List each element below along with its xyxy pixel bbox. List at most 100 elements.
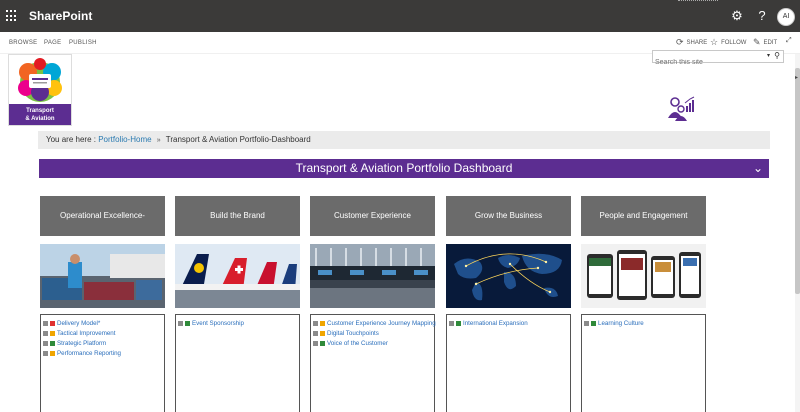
baggage-handling-photo — [40, 244, 165, 308]
category-image-operational-excellence[interactable] — [40, 244, 165, 308]
status-green-icon — [185, 320, 190, 326]
aircraft-tails-photo — [175, 244, 300, 308]
bullet-icon — [43, 340, 48, 346]
list-item[interactable]: Customer Experience Journey Mapping — [313, 318, 436, 328]
avatar[interactable]: AI — [777, 8, 795, 26]
status-amber-icon — [320, 330, 325, 336]
status-red-icon — [50, 320, 55, 326]
category-image-build-the-brand[interactable] — [175, 244, 300, 308]
status-amber-icon — [320, 320, 325, 326]
status-green-icon — [591, 320, 596, 326]
help-icon[interactable]: ? — [754, 8, 770, 24]
search-icon[interactable]: ⚲ — [774, 51, 780, 60]
scrollbar-thumb[interactable] — [795, 68, 800, 294]
bullet-icon — [313, 330, 318, 336]
category-tile-grow-the-business[interactable]: Grow the Business — [446, 196, 571, 236]
suitebar-divider — [678, 0, 718, 2]
list-item-link[interactable]: International Expansion — [463, 320, 528, 327]
category-list-customer-experience: Customer Experience Journey Mapping Digit… — [310, 314, 436, 412]
category-image-people-and-engagement[interactable] — [581, 244, 706, 308]
list-item-link[interactable]: Performance Reporting — [57, 350, 121, 357]
scrollbar[interactable]: ▸ — [795, 54, 800, 412]
list-item-link[interactable]: Customer Experience Journey Mapping — [327, 320, 436, 327]
category-list-grow-the-business: International Expansion — [446, 314, 571, 412]
pencil-icon: ✎ — [753, 37, 761, 47]
logo-line1: Transport — [26, 108, 54, 114]
breadcrumb-current: Transport & Aviation Portfolio-Dashboard — [165, 135, 311, 144]
focus-icon: ⤢ — [786, 37, 792, 44]
world-map-photo — [446, 244, 571, 308]
chevron-down-icon[interactable]: ▾ — [767, 52, 770, 59]
status-amber-icon — [50, 350, 55, 356]
chevron-down-icon[interactable]: ⌄ — [753, 159, 763, 178]
list-item-link[interactable]: Learning Culture — [598, 320, 644, 327]
tab-browse[interactable]: BROWSE — [9, 40, 37, 46]
list-item-link[interactable]: Delivery Model* — [57, 320, 100, 327]
breadcrumb-home-link[interactable]: Portfolio-Home — [98, 135, 151, 144]
list-item[interactable]: Event Sponsorship — [178, 318, 299, 328]
bullet-icon — [313, 320, 318, 326]
suite-bar: SharePoint ⚙ ? AI — [0, 0, 800, 32]
bullet-icon — [449, 320, 454, 326]
bullet-icon — [313, 340, 318, 346]
category-tile-people-and-engagement[interactable]: People and Engagement — [581, 196, 706, 236]
category-list-people-and-engagement: Learning Culture — [581, 314, 706, 412]
edit-label: EDIT — [763, 39, 778, 46]
category-tile-customer-experience[interactable]: Customer Experience — [310, 196, 435, 236]
list-item-link[interactable]: Digital Touchpoints — [327, 330, 379, 337]
category-image-grow-the-business[interactable] — [446, 244, 571, 308]
breadcrumb-separator: » — [156, 137, 161, 144]
bullet-icon — [43, 330, 48, 336]
follow-button[interactable]: ☆ FOLLOW — [710, 37, 746, 48]
waffle-icon[interactable] — [6, 10, 18, 22]
focus-button[interactable]: ⤢ — [786, 37, 792, 45]
status-green-icon — [50, 340, 55, 346]
logo-line2: & Aviation — [25, 116, 55, 122]
page-title-banner: Transport & Aviation Portfolio Dashboard… — [39, 159, 769, 178]
page-title: Transport & Aviation Portfolio Dashboard — [295, 161, 513, 175]
list-item-link[interactable]: Strategic Platform — [57, 340, 106, 347]
list-item[interactable]: Learning Culture — [584, 318, 705, 328]
bullet-icon — [43, 350, 48, 356]
list-item-link[interactable]: Tactical Improvement — [57, 330, 115, 337]
share-label: SHARE — [686, 39, 708, 46]
status-amber-icon — [50, 330, 55, 336]
logo-caption: Transport & Aviation — [9, 104, 71, 125]
breadcrumb: You are here : Portfolio-Home » Transpor… — [38, 131, 770, 149]
category-list-build-the-brand: Event Sponsorship — [175, 314, 300, 412]
list-item[interactable]: Strategic Platform — [43, 338, 164, 348]
list-item[interactable]: Voice of the Customer — [313, 338, 434, 348]
site-logo[interactable]: Transport & Aviation — [8, 54, 72, 126]
scroll-arrow-icon[interactable]: ▸ — [795, 74, 798, 81]
bullet-icon — [584, 320, 589, 326]
category-list-operational-excellence: Delivery Model* Tactical Improvement Strat… — [40, 314, 165, 412]
share-button[interactable]: ⟳ SHARE — [676, 37, 707, 48]
edit-button[interactable]: ✎ EDIT — [753, 37, 777, 48]
list-item[interactable]: Performance Reporting — [43, 348, 164, 358]
learning-devices-photo — [581, 244, 706, 308]
tab-page[interactable]: PAGE — [44, 40, 61, 46]
list-item[interactable]: Delivery Model* — [43, 318, 164, 328]
app-name[interactable]: SharePoint — [29, 9, 92, 23]
gear-icon[interactable]: ⚙ — [729, 8, 745, 24]
bullet-icon — [43, 320, 48, 326]
tab-publish[interactable]: PUBLISH — [69, 40, 97, 46]
status-green-icon — [320, 340, 325, 346]
bullet-icon — [178, 320, 183, 326]
search-box: ▾ ⚲ — [652, 50, 784, 68]
airport-terminal-photo — [310, 244, 435, 308]
category-tile-operational-excellence[interactable]: Operational Excellence- — [40, 196, 165, 236]
category-image-customer-experience[interactable] — [310, 244, 435, 308]
status-green-icon — [456, 320, 461, 326]
team-chart-icon — [668, 96, 695, 121]
list-item[interactable]: Digital Touchpoints — [313, 328, 434, 338]
category-tile-build-the-brand[interactable]: Build the Brand — [175, 196, 300, 236]
share-icon: ⟳ — [676, 37, 684, 47]
list-item[interactable]: Tactical Improvement — [43, 328, 164, 338]
star-icon: ☆ — [710, 37, 719, 47]
list-item[interactable]: International Expansion — [449, 318, 570, 328]
search-input[interactable] — [653, 57, 765, 68]
list-item-link[interactable]: Voice of the Customer — [327, 340, 388, 347]
list-item-link[interactable]: Event Sponsorship — [192, 320, 244, 327]
follow-label: FOLLOW — [721, 39, 747, 46]
